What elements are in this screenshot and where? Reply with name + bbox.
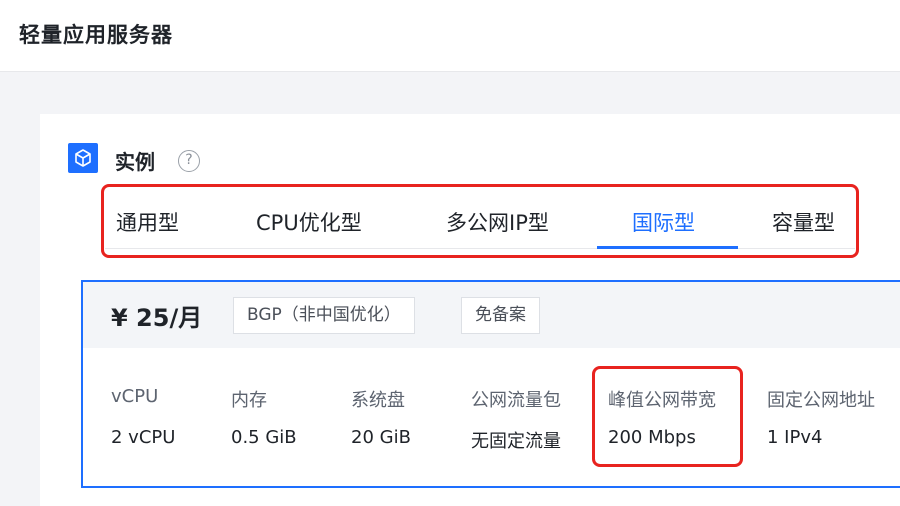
question-circle-icon[interactable]: ? [178, 150, 200, 172]
bandwidth-highlight-box [592, 366, 743, 467]
spec-value-memory: 0.5 GiB [231, 427, 297, 448]
top-bar: 轻量应用服务器 [0, 0, 900, 72]
spec-value-vcpu: 2 vCPU [111, 427, 176, 448]
section-title: 实例 [115, 150, 155, 174]
spec-value-ip: 1 IPv4 [767, 427, 823, 448]
tabs-highlight-box [101, 184, 859, 258]
spec-label-memory: 内存 [231, 390, 267, 411]
spec-value-disk: 20 GiB [351, 427, 411, 448]
spec-label-ip: 固定公网地址 [767, 390, 875, 411]
spec-label-disk: 系统盘 [351, 390, 405, 411]
page-title: 轻量应用服务器 [19, 23, 173, 47]
spec-value-traffic: 无固定流量 [471, 431, 561, 452]
network-tag: BGP（非中国优化） [233, 297, 415, 334]
plan-price: ¥ 25/月 [111, 304, 203, 332]
spec-label-traffic: 公网流量包 [471, 390, 561, 411]
spec-label-vcpu: vCPU [111, 386, 159, 407]
cube-icon [68, 143, 98, 173]
no-filing-tag: 免备案 [461, 297, 540, 334]
